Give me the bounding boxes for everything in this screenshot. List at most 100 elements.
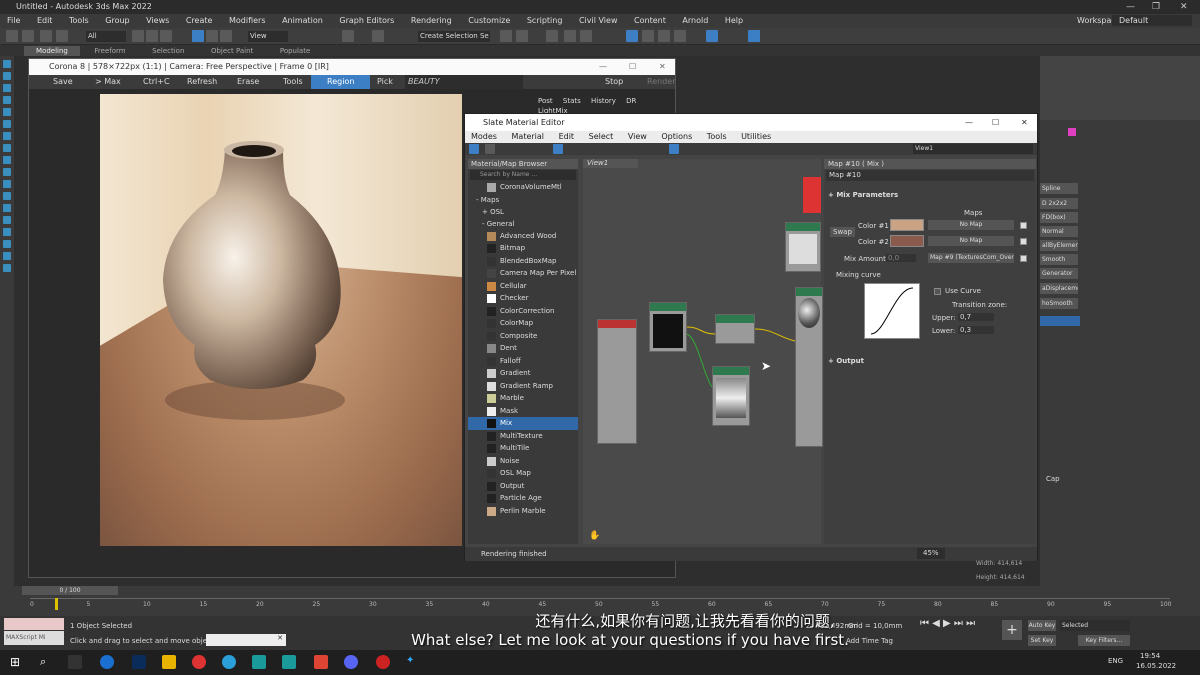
named-selection-set-dropdown[interactable]: Create Selection Se xyxy=(418,31,490,42)
menu-create[interactable]: Create xyxy=(179,14,220,28)
menu-modifiers[interactable]: Modifiers xyxy=(222,14,273,28)
tool-icon[interactable] xyxy=(3,132,11,140)
mix-amount-map-checkbox[interactable] xyxy=(1020,255,1027,262)
render-production-icon[interactable] xyxy=(674,30,686,42)
map-name-field[interactable]: Map #10 xyxy=(826,170,1034,181)
tool-icon[interactable] xyxy=(3,216,11,224)
menu-edit[interactable]: Edit xyxy=(30,14,60,28)
tool-icon[interactable] xyxy=(3,168,11,176)
3dsmax-active-icon[interactable] xyxy=(282,655,296,669)
vfb-channel-dropdown[interactable]: BEAUTY xyxy=(405,75,523,89)
windows-start-icon[interactable]: ⊞ xyxy=(10,655,24,669)
browser-search-input[interactable]: Search by Name ... xyxy=(470,170,576,180)
menu-group[interactable]: Group xyxy=(98,14,136,28)
file-explorer-icon[interactable] xyxy=(162,655,176,669)
hand-icon[interactable]: ✋ xyxy=(589,531,600,541)
color1-swatch[interactable] xyxy=(890,219,924,231)
color1-map-button[interactable]: No Map xyxy=(928,220,1014,230)
tool-icon[interactable] xyxy=(3,156,11,164)
eyedropper-icon[interactable] xyxy=(485,144,495,154)
browser-item-blendedboxmap[interactable]: BlendedBoxMap xyxy=(468,255,578,268)
height-field[interactable]: Height: 414,614 xyxy=(976,574,1025,581)
link-icon[interactable] xyxy=(40,30,52,42)
rendered-frame-window-icon[interactable] xyxy=(658,30,670,42)
modifier-list-item[interactable]: aDisplaceme xyxy=(1040,283,1078,294)
menu-content[interactable]: Content xyxy=(627,14,673,28)
browser-item-marble[interactable]: Marble xyxy=(468,392,578,405)
language-indicator[interactable]: ENG xyxy=(1108,657,1123,665)
recorder-icon[interactable] xyxy=(376,655,390,669)
sme-menu-select[interactable]: Select xyxy=(583,131,620,143)
output-rollout[interactable]: + Output xyxy=(828,357,864,365)
menu-customize[interactable]: Customize xyxy=(461,14,517,28)
modifier-list-item[interactable]: D 2x2x2 xyxy=(1040,198,1078,209)
browser-item-osl-map[interactable]: OSL Map xyxy=(468,467,578,480)
vfb-region-button[interactable]: Region xyxy=(311,75,371,89)
material-editor-icon[interactable] xyxy=(626,30,638,42)
clock-date[interactable]: 16.05.2022 xyxy=(1136,662,1176,670)
browser-item-colorcorrection[interactable]: ColorCorrection xyxy=(468,305,578,318)
vfb-refresh-button[interactable]: Refresh xyxy=(187,75,217,89)
time-slider[interactable]: 0 / 100 xyxy=(22,586,118,595)
tool-icon[interactable] xyxy=(3,84,11,92)
tool-icon[interactable] xyxy=(3,60,11,68)
close-icon[interactable]: ✕ xyxy=(659,59,666,75)
browser-category-maps[interactable]: - Maps xyxy=(468,194,578,206)
photoshop-icon[interactable] xyxy=(132,655,146,669)
telegram-icon[interactable] xyxy=(222,655,236,669)
sme-menu-options[interactable]: Options xyxy=(655,131,698,143)
modifier-list-item[interactable]: allByElement xyxy=(1040,240,1078,251)
modifier-list-item[interactable]: FD(box) xyxy=(1040,212,1078,223)
curve-editor-icon[interactable] xyxy=(564,30,576,42)
task-view-icon[interactable] xyxy=(68,655,82,669)
upper-spinner[interactable]: 0,7 xyxy=(958,313,994,321)
axis-xy-icon[interactable] xyxy=(748,30,760,42)
workspaces-dropdown[interactable]: Default xyxy=(1112,15,1192,26)
browser-item-noise[interactable]: Noise xyxy=(468,455,578,468)
browser-item-multitile[interactable]: MultiTile xyxy=(468,442,578,455)
undo-icon[interactable] xyxy=(6,30,18,42)
browser-item-composite[interactable]: Composite xyxy=(468,330,578,343)
selection-filter-dropdown[interactable]: All xyxy=(86,31,126,42)
browser-item-particle-age[interactable]: Particle Age xyxy=(468,492,578,505)
vfb-pick-button[interactable]: Pick xyxy=(377,75,393,89)
maximize-icon[interactable]: ☐ xyxy=(629,59,636,75)
browser-category-general[interactable]: - General xyxy=(468,218,578,230)
tool-icon[interactable] xyxy=(3,180,11,188)
3dsmax-icon[interactable] xyxy=(252,655,266,669)
schematic-view-icon[interactable] xyxy=(580,30,592,42)
menu-tools[interactable]: Tools xyxy=(62,14,96,28)
tool-icon[interactable] xyxy=(3,204,11,212)
move-icon[interactable] xyxy=(192,30,204,42)
browser-item-gradient-ramp[interactable]: Gradient Ramp xyxy=(468,380,578,393)
sme-menu-tools[interactable]: Tools xyxy=(701,131,733,143)
mix-amount-map-button[interactable]: Map #9 (TexturesCom_Overl xyxy=(928,253,1014,263)
axis-y-icon[interactable] xyxy=(706,30,718,42)
cap-checkbox-label[interactable]: Cap xyxy=(1046,475,1060,483)
menu-rendering[interactable]: Rendering xyxy=(404,14,459,28)
track-bar[interactable]: 0 5 10 15 20 25 30 35 40 45 50 55 60 65 70 75 80 85 90 95 10… xyxy=(30,598,1171,612)
chrome-icon[interactable] xyxy=(192,655,206,669)
browser-item[interactable]: CoronaVolumeMtl xyxy=(468,181,578,194)
mix-parameters-rollout[interactable]: + Mix Parameters xyxy=(828,191,898,199)
zoom-dropdown[interactable]: 45% xyxy=(917,548,945,559)
menu-views[interactable]: Views xyxy=(139,14,176,28)
object-color-swatch[interactable] xyxy=(1068,128,1076,136)
tool-icon[interactable] xyxy=(3,108,11,116)
swap-button[interactable]: Swap xyxy=(830,227,855,237)
color2-map-checkbox[interactable] xyxy=(1020,238,1027,245)
tool-icon[interactable] xyxy=(3,264,11,272)
render-setup-icon[interactable] xyxy=(642,30,654,42)
browser-item-falloff[interactable]: Falloff xyxy=(468,355,578,368)
vfb-tab-post[interactable]: Post xyxy=(534,96,557,106)
color2-map-button[interactable]: No Map xyxy=(928,236,1014,246)
node-view[interactable]: View1 ➤ ✋ xyxy=(583,159,823,544)
sme-menu-utilities[interactable]: Utilities xyxy=(735,131,777,143)
sme-menu-edit[interactable]: Edit xyxy=(553,131,581,143)
vfb-to-max-button[interactable]: > Max xyxy=(95,75,121,89)
selection-region-icon[interactable] xyxy=(160,30,172,42)
app-icon[interactable] xyxy=(100,655,114,669)
browser-item-bitmap[interactable]: Bitmap xyxy=(468,242,578,255)
percent-snap-icon[interactable] xyxy=(372,30,384,42)
scale-icon[interactable] xyxy=(220,30,232,42)
